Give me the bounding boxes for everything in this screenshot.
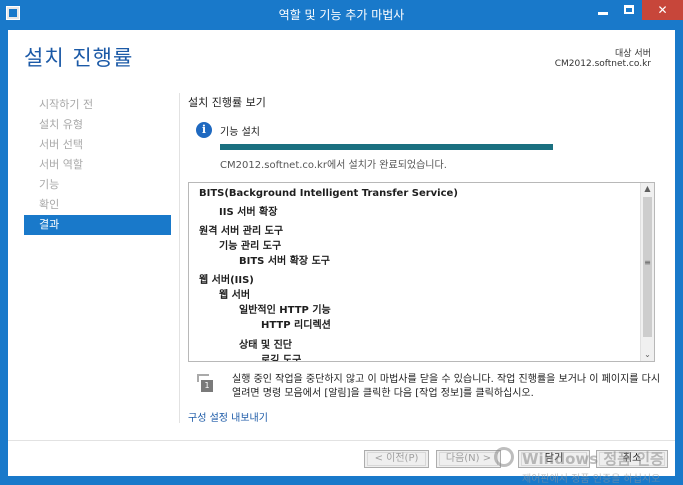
notification-badge: 1 bbox=[201, 380, 213, 392]
close-button[interactable]: 닫기 bbox=[518, 450, 590, 468]
result-item: 로깅 도구 bbox=[261, 355, 302, 361]
nav-divider bbox=[179, 93, 180, 423]
step-server-roles[interactable]: 서버 역할 bbox=[24, 155, 171, 175]
destination-server-label: 대상 서버 bbox=[615, 49, 651, 59]
step-results[interactable]: 결과 bbox=[24, 215, 171, 235]
result-item: IIS 서버 확장 bbox=[219, 207, 278, 218]
step-server-selection[interactable]: 서버 선택 bbox=[24, 135, 171, 155]
minimize-button[interactable] bbox=[590, 0, 616, 20]
progress-fill bbox=[220, 144, 553, 150]
close-button-label: 닫기 bbox=[521, 452, 587, 466]
result-item: HTTP 리디렉션 bbox=[261, 320, 331, 331]
destination-server-name: CM2012.softnet.co.kr bbox=[554, 59, 651, 69]
step-features[interactable]: 기능 bbox=[24, 175, 171, 195]
close-window-button[interactable]: ✕ bbox=[642, 0, 683, 20]
scroll-thumb[interactable]: ≡ bbox=[643, 197, 652, 337]
wizard-steps-nav: 시작하기 전 설치 유형 서버 선택 서버 역할 기능 확인 결과 bbox=[24, 95, 171, 235]
maximize-button[interactable] bbox=[616, 0, 642, 20]
info-icon: i bbox=[196, 122, 212, 138]
result-item: 웹 서버(IIS) bbox=[199, 275, 254, 286]
previous-button[interactable]: < 이전(P) bbox=[364, 450, 429, 468]
window-title: 역할 및 기능 추가 마법사 bbox=[278, 8, 405, 22]
scroll-up-arrow-icon[interactable]: ▲ bbox=[641, 183, 654, 195]
section-title: 설치 진행률 보기 bbox=[188, 96, 266, 109]
wizard-window: 역할 및 기능 추가 마법사 ✕ 설치 진행률 대상 서버 CM2012.sof… bbox=[0, 0, 683, 485]
installation-status-text: CM2012.softnet.co.kr에서 설치가 완료되었습니다. bbox=[220, 160, 447, 171]
previous-button-label: < 이전(P) bbox=[367, 452, 426, 466]
next-button-label: 다음(N) > bbox=[439, 452, 498, 466]
page-title: 설치 진행률 bbox=[24, 46, 134, 70]
results-list: BITS(Background Intelligent Transfer Ser… bbox=[189, 183, 640, 361]
result-item: 상태 및 진단 bbox=[239, 340, 292, 351]
minimize-icon bbox=[598, 12, 608, 15]
footer-divider bbox=[8, 440, 675, 441]
result-item: BITS 서버 확장 도구 bbox=[239, 256, 331, 267]
maximize-icon bbox=[624, 5, 634, 14]
wizard-content: 설치 진행률 대상 서버 CM2012.softnet.co.kr 시작하기 전… bbox=[8, 30, 675, 476]
grip-icon: ≡ bbox=[644, 258, 651, 267]
feature-installation-label: 기능 설치 bbox=[220, 127, 260, 138]
scroll-down-arrow-icon[interactable]: ⌄ bbox=[641, 349, 654, 361]
result-item: BITS(Background Intelligent Transfer Ser… bbox=[199, 188, 458, 199]
installation-progress-bar bbox=[220, 144, 553, 150]
result-item: 일반적인 HTTP 기능 bbox=[239, 305, 331, 316]
step-confirmation[interactable]: 확인 bbox=[24, 195, 171, 215]
notice-text: 실행 중인 작업을 중단하지 않고 이 마법사를 닫을 수 있습니다. 작업 진… bbox=[232, 374, 661, 399]
cancel-button-label: 취소 bbox=[599, 452, 665, 466]
next-button[interactable]: 다음(N) > bbox=[436, 450, 501, 468]
step-before-you-begin[interactable]: 시작하기 전 bbox=[24, 95, 171, 115]
cancel-button[interactable]: 취소 bbox=[596, 450, 668, 468]
result-item: 기능 관리 도구 bbox=[219, 241, 282, 252]
step-installation-type[interactable]: 설치 유형 bbox=[24, 115, 171, 135]
close-icon: ✕ bbox=[657, 3, 668, 17]
notification-flag-icon: 1 bbox=[197, 374, 213, 392]
results-list-box: BITS(Background Intelligent Transfer Ser… bbox=[188, 182, 655, 362]
result-item: 원격 서버 관리 도구 bbox=[199, 226, 284, 237]
result-item: 웹 서버 bbox=[219, 290, 251, 301]
results-scrollbar[interactable]: ▲ ≡ ⌄ bbox=[640, 183, 654, 361]
title-bar[interactable]: 역할 및 기능 추가 마법사 ✕ bbox=[0, 0, 683, 28]
export-configuration-link[interactable]: 구성 설정 내보내기 bbox=[188, 409, 268, 424]
